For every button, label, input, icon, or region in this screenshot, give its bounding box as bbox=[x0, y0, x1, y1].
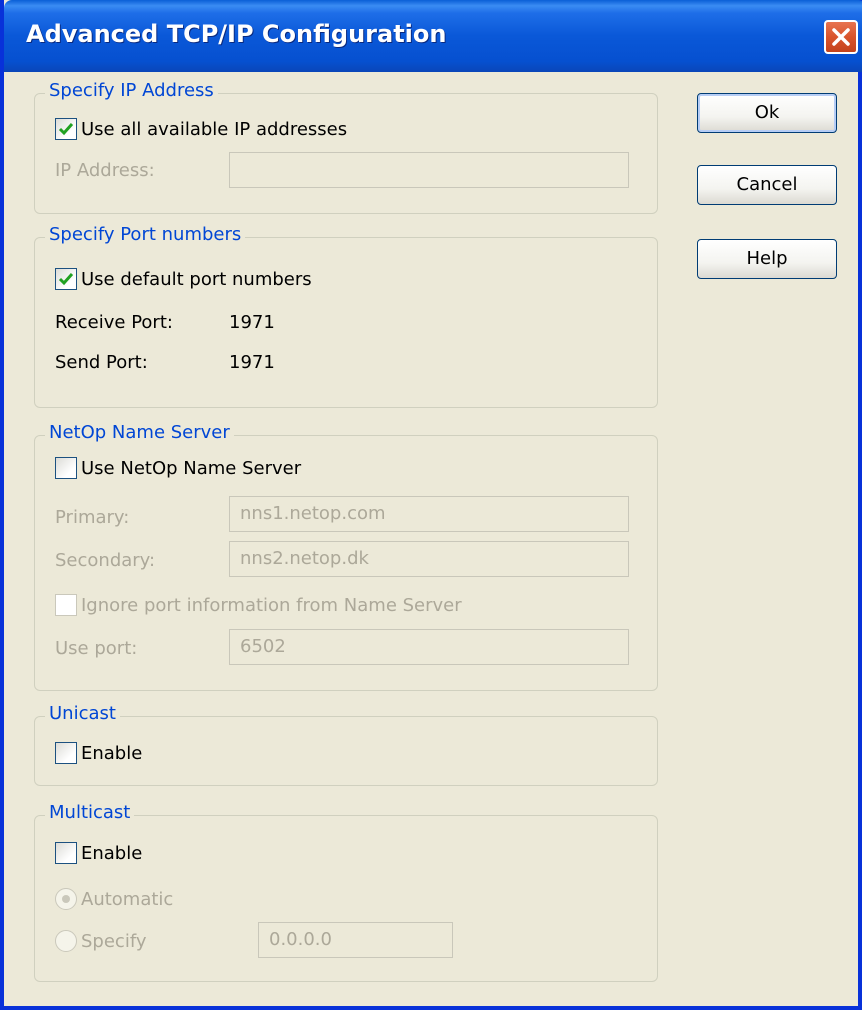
secondary-label-row: Secondary: bbox=[55, 550, 155, 571]
checkmark-icon bbox=[58, 273, 74, 286]
send-port-row: Send Port: bbox=[55, 352, 148, 373]
unicast-legend: Unicast bbox=[45, 703, 120, 724]
close-button[interactable] bbox=[824, 20, 858, 54]
automatic-radio-row[interactable]: Automatic bbox=[55, 888, 173, 910]
window-title: Advanced TCP/IP Configuration bbox=[26, 20, 447, 48]
use-port-label: Use port: bbox=[55, 638, 138, 659]
send-port-value-row: 1971 bbox=[229, 352, 275, 373]
radio-selected-dot bbox=[62, 895, 70, 903]
ip-address-label-row: IP Address: bbox=[55, 160, 155, 181]
use-default-ports-row[interactable]: Use default port numbers bbox=[55, 268, 312, 290]
cancel-button[interactable]: Cancel bbox=[697, 165, 837, 205]
ignore-port-label: Ignore port information from Name Server bbox=[81, 594, 462, 616]
use-port-input[interactable]: 6502 bbox=[229, 629, 629, 665]
unicast-enable-label: Enable bbox=[81, 742, 143, 764]
checkmark-icon bbox=[58, 123, 74, 136]
close-icon bbox=[832, 28, 850, 46]
multicast-address-input[interactable]: 0.0.0.0 bbox=[258, 922, 453, 958]
specify-radio[interactable] bbox=[55, 930, 77, 952]
specify-radio-row[interactable]: Specify bbox=[55, 930, 147, 952]
ip-address-input[interactable] bbox=[229, 152, 629, 188]
receive-port-value-row: 1971 bbox=[229, 312, 275, 333]
ignore-port-row[interactable]: Ignore port information from Name Server bbox=[55, 594, 462, 616]
multicast-enable-label: Enable bbox=[81, 842, 143, 864]
automatic-label: Automatic bbox=[81, 888, 174, 910]
primary-label-row: Primary: bbox=[55, 507, 129, 528]
use-all-ip-checkbox[interactable] bbox=[55, 118, 77, 140]
receive-port-label: Receive Port: bbox=[55, 312, 173, 333]
name-server-legend: NetOp Name Server bbox=[45, 422, 234, 443]
primary-label: Primary: bbox=[55, 507, 130, 528]
title-bar[interactable]: Advanced TCP/IP Configuration bbox=[4, 0, 862, 72]
send-port-value: 1971 bbox=[229, 352, 275, 373]
primary-input[interactable]: nns1.netop.com bbox=[229, 496, 629, 532]
unicast-enable-checkbox[interactable] bbox=[55, 742, 77, 764]
unicast-enable-row[interactable]: Enable bbox=[55, 742, 142, 764]
receive-port-row: Receive Port: bbox=[55, 312, 173, 333]
secondary-label: Secondary: bbox=[55, 550, 156, 571]
use-all-ip-row[interactable]: Use all available IP addresses bbox=[55, 118, 347, 140]
dialog-client-area: Ok Cancel Help Specify IP Address Use al… bbox=[4, 72, 858, 1006]
use-name-server-checkbox[interactable] bbox=[55, 457, 77, 479]
automatic-radio[interactable] bbox=[55, 888, 77, 910]
ip-address-legend: Specify IP Address bbox=[45, 80, 218, 101]
use-name-server-label: Use NetOp Name Server bbox=[81, 457, 302, 479]
use-name-server-row[interactable]: Use NetOp Name Server bbox=[55, 457, 301, 479]
secondary-input[interactable]: nns2.netop.dk bbox=[229, 541, 629, 577]
use-all-ip-label: Use all available IP addresses bbox=[81, 118, 348, 140]
ip-address-label: IP Address: bbox=[55, 160, 155, 181]
multicast-enable-checkbox[interactable] bbox=[55, 842, 77, 864]
port-numbers-legend: Specify Port numbers bbox=[45, 224, 246, 245]
use-port-label-row: Use port: bbox=[55, 638, 137, 659]
send-port-label: Send Port: bbox=[55, 352, 148, 373]
use-default-ports-label: Use default port numbers bbox=[81, 268, 312, 290]
ignore-port-checkbox[interactable] bbox=[55, 594, 77, 616]
ok-button[interactable]: Ok bbox=[697, 93, 837, 133]
receive-port-value: 1971 bbox=[229, 312, 275, 333]
multicast-legend: Multicast bbox=[45, 802, 135, 823]
use-default-ports-checkbox[interactable] bbox=[55, 268, 77, 290]
specify-label: Specify bbox=[81, 930, 147, 952]
multicast-enable-row[interactable]: Enable bbox=[55, 842, 142, 864]
help-button[interactable]: Help bbox=[697, 239, 837, 279]
